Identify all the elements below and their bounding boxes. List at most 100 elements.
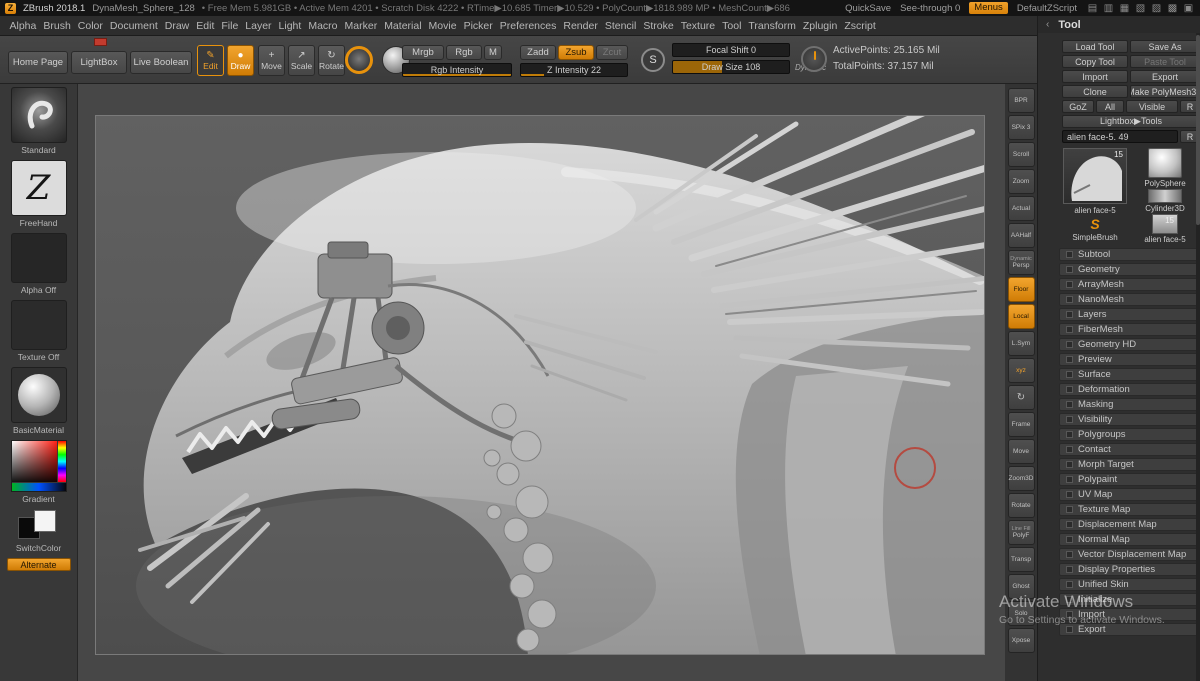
tool-panel-header[interactable]: ‹ Tool <box>1038 16 1200 33</box>
menus-button[interactable]: Menus <box>969 2 1008 14</box>
menu-stroke[interactable]: Stroke <box>640 18 677 34</box>
menu-draw[interactable]: Draw <box>161 18 193 34</box>
material-thumbnail[interactable] <box>11 367 67 423</box>
tool-section-masking[interactable]: Masking <box>1059 398 1199 411</box>
rotate-mode-button[interactable]: ↻ Rotate <box>318 45 345 76</box>
menu-material[interactable]: Material <box>381 18 425 34</box>
tool-section-export[interactable]: Export <box>1059 623 1199 636</box>
menu-transform[interactable]: Transform <box>745 18 799 34</box>
import-tool-button[interactable]: Import <box>1062 70 1128 83</box>
strip-rotate-button[interactable]: Rotate <box>1008 493 1035 518</box>
strip-bpr-button[interactable]: BPR <box>1008 88 1035 113</box>
clone-button[interactable]: Clone <box>1062 85 1128 98</box>
tool-section-initialize[interactable]: Initialize <box>1059 593 1199 606</box>
tool-section-unified-skin[interactable]: Unified Skin <box>1059 578 1199 591</box>
texture-selector[interactable]: Texture Off <box>11 300 67 362</box>
texture-thumbnail[interactable] <box>11 300 67 350</box>
menu-brush[interactable]: Brush <box>40 18 74 34</box>
quicksave-button[interactable]: QuickSave <box>845 3 891 14</box>
menu-picker[interactable]: Picker <box>460 18 496 34</box>
scale-mode-button[interactable]: ↗ Scale <box>288 45 315 76</box>
zsub-button[interactable]: Zsub <box>558 45 594 60</box>
tool-section-geometry-hd[interactable]: Geometry HD <box>1059 338 1199 351</box>
canvas-area[interactable]: ◄ ▲ ▼ ► <box>78 84 1005 681</box>
alpha-selector[interactable]: Alpha Off <box>11 233 67 295</box>
menu-alpha[interactable]: Alpha <box>6 18 40 34</box>
menu-marker[interactable]: Marker <box>341 18 381 34</box>
brush-thumbnail[interactable] <box>11 87 67 143</box>
strip-spix-button[interactable]: SPix 3 <box>1008 115 1035 140</box>
strip-spin-button[interactable]: ↻ <box>1008 385 1035 410</box>
layout-icon[interactable]: ▤ <box>1086 3 1099 14</box>
active-tool-slider[interactable]: alien face-5. 49 <box>1062 130 1178 143</box>
current-tool-thumbnail[interactable]: 15 <box>1063 148 1127 204</box>
strip-scroll-button[interactable]: Scroll <box>1008 142 1035 167</box>
menu-render[interactable]: Render <box>560 18 601 34</box>
rgb-button[interactable]: Rgb <box>446 45 482 60</box>
collapse-tray-icon[interactable]: ‹ <box>1046 19 1049 30</box>
tool-section-geometry[interactable]: Geometry <box>1059 263 1199 276</box>
primary-color-swatch[interactable] <box>34 510 56 532</box>
live-boolean-button[interactable]: Live Boolean <box>130 51 192 74</box>
strip-zoom-button[interactable]: Zoom <box>1008 169 1035 194</box>
strip-move-button[interactable]: Move <box>1008 439 1035 464</box>
doc-icon[interactable]: ▩ <box>1166 3 1179 14</box>
alternate-button[interactable]: Alternate <box>7 558 71 571</box>
tool-section-visibility[interactable]: Visibility <box>1059 413 1199 426</box>
menu-document[interactable]: Document <box>106 18 161 34</box>
strip-xpose-button[interactable]: Xpose <box>1008 628 1035 653</box>
tool-section-import[interactable]: Import <box>1059 608 1199 621</box>
tool-section-subtool[interactable]: Subtool <box>1059 248 1199 261</box>
strip-aahalf-button[interactable]: AAHalf <box>1008 223 1035 248</box>
tool-section-layers[interactable]: Layers <box>1059 308 1199 321</box>
menu-layer[interactable]: Layer <box>242 18 275 34</box>
goz-button[interactable]: GoZ <box>1062 100 1094 113</box>
move-mode-button[interactable]: + Move <box>258 45 285 76</box>
strip-zoom3d-button[interactable]: Zoom3D <box>1008 466 1035 491</box>
menu-macro[interactable]: Macro <box>305 18 341 34</box>
hue-strip[interactable] <box>58 441 66 482</box>
draw-mode-button[interactable]: ● Draw <box>227 45 254 76</box>
strip-local-button[interactable]: Local <box>1008 304 1035 329</box>
switch-color-control[interactable]: SwitchColor <box>16 509 61 553</box>
strip-persp-button[interactable]: Dynamic Persp <box>1008 250 1035 275</box>
tool-section-display-properties[interactable]: Display Properties <box>1059 563 1199 576</box>
default-zscript-button[interactable]: DefaultZScript <box>1017 3 1077 14</box>
brush-selector[interactable]: Standard <box>11 87 67 155</box>
tool-section-polygroups[interactable]: Polygroups <box>1059 428 1199 441</box>
cylinder3d-thumbnail[interactable] <box>1148 189 1182 203</box>
strip-ghost-button[interactable]: Ghost <box>1008 574 1035 599</box>
strip-actual-button[interactable]: Actual <box>1008 196 1035 221</box>
focal-shift-slider[interactable]: Focal Shift 0 <box>672 43 790 57</box>
draw-size-slider[interactable]: Draw Size 108 <box>672 60 790 74</box>
tool-section-normal-map[interactable]: Normal Map <box>1059 533 1199 546</box>
strip-lsym-button[interactable]: L.Sym <box>1008 331 1035 356</box>
saturation-square[interactable] <box>12 441 57 482</box>
tool-section-fibermesh[interactable]: FiberMesh <box>1059 323 1199 336</box>
mrgb-button[interactable]: Mrgb <box>402 45 444 60</box>
alpha-thumbnail[interactable] <box>11 233 67 283</box>
palette-icon[interactable]: ▧ <box>1134 3 1147 14</box>
document-canvas[interactable]: ◄ ▲ ▼ ► <box>95 115 985 655</box>
edit-mode-button[interactable]: ✎ Edit <box>197 45 224 76</box>
menu-zplugin[interactable]: Zplugin <box>799 18 840 34</box>
lightbox-tools-button[interactable]: Lightbox▶Tools <box>1062 115 1200 128</box>
panel-scrollbar[interactable] <box>1196 33 1200 681</box>
menu-tool[interactable]: Tool <box>719 18 745 34</box>
paste-tool-button[interactable]: Paste Tool <box>1130 55 1200 68</box>
strip-floor-button[interactable]: Floor <box>1008 277 1035 302</box>
strip-transp-button[interactable]: Transp <box>1008 547 1035 572</box>
swatch-strip[interactable] <box>12 483 66 491</box>
tool-section-polypaint[interactable]: Polypaint <box>1059 473 1199 486</box>
tool-section-morph-target[interactable]: Morph Target <box>1059 458 1199 471</box>
tool-section-contact[interactable]: Contact <box>1059 443 1199 456</box>
zcut-button[interactable]: Zcut <box>596 45 628 60</box>
current-brush-icon[interactable] <box>345 46 373 74</box>
strip-frame-button[interactable]: Frame <box>1008 412 1035 437</box>
tool-section-nanomesh[interactable]: NanoMesh <box>1059 293 1199 306</box>
strip-polyf-button[interactable]: Line Fill PolyF <box>1008 520 1035 545</box>
color-picker[interactable]: Gradient <box>11 440 67 504</box>
sculptris-pro-button[interactable]: S <box>641 48 665 72</box>
window-icon[interactable]: ▣ <box>1182 3 1195 14</box>
strip-solo-button[interactable]: Solo <box>1008 601 1035 626</box>
